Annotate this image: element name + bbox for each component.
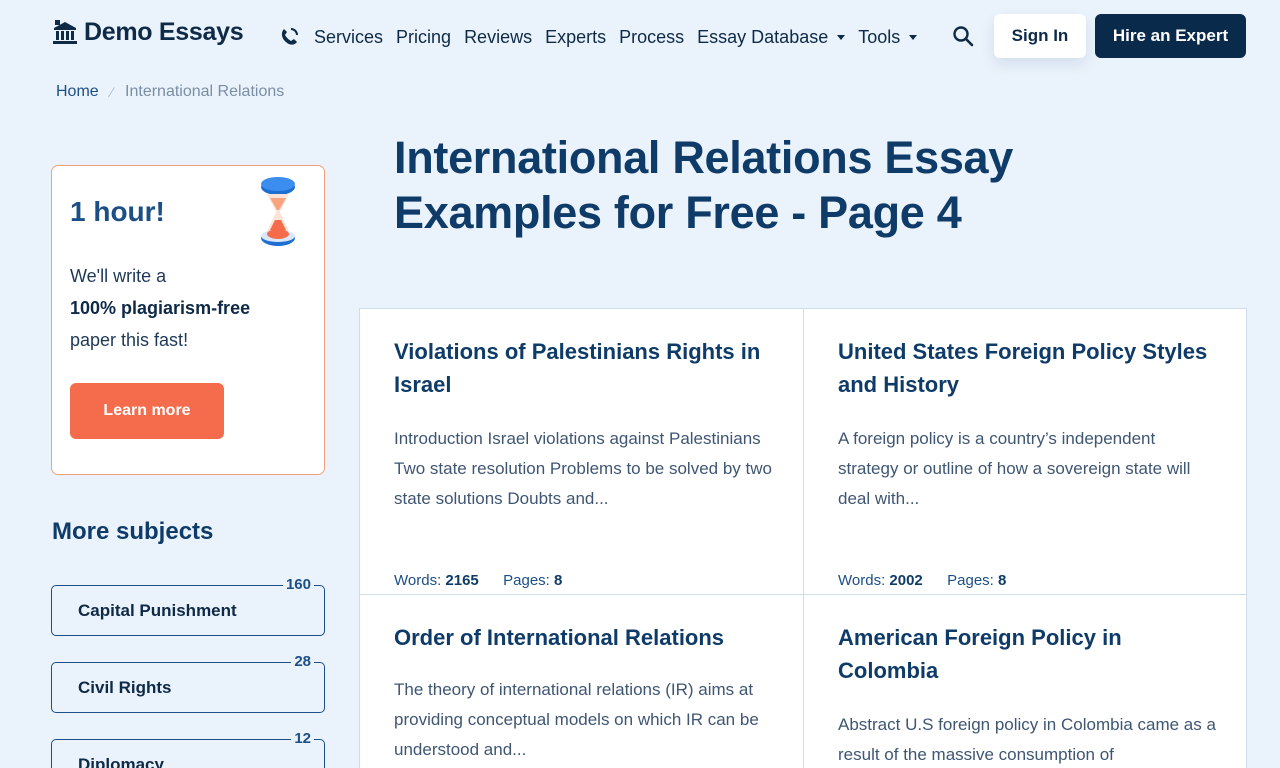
words-value: 2165	[445, 572, 479, 589]
more-subjects-title: More subjects	[52, 518, 214, 545]
subject-label: Civil Rights	[78, 678, 172, 697]
essay-meta: Words: 2165 Pages: 8	[394, 572, 562, 589]
subject-capital-punishment[interactable]: Capital Punishment 160	[51, 576, 325, 636]
breadcrumb-current: International Relations	[125, 83, 285, 100]
essay-title[interactable]: United States Foreign Policy Styles and …	[838, 335, 1218, 401]
hourglass-icon	[255, 176, 301, 255]
subject-label: Capital Punishment	[78, 601, 237, 620]
subject-count: 28	[291, 653, 314, 671]
nav-experts[interactable]: Experts	[545, 27, 606, 48]
pages-value: 8	[554, 572, 563, 589]
pages-label: Pages:	[503, 572, 550, 589]
nav-essay-database[interactable]: Essay Database	[697, 26, 846, 48]
nav-pricing[interactable]: Pricing	[396, 27, 451, 48]
words-label: Words:	[838, 572, 886, 589]
breadcrumb-home[interactable]: Home	[56, 83, 99, 101]
subject-diplomacy[interactable]: Diplomacy 12	[51, 730, 325, 768]
nav-reviews[interactable]: Reviews	[464, 27, 532, 48]
nav-essay-database-label: Essay Database	[697, 26, 829, 47]
subject-civil-rights[interactable]: Civil Rights 28	[51, 653, 325, 713]
page-title: International Relations Essay Examples f…	[394, 132, 1013, 238]
essay-title[interactable]: American Foreign Policy in Colombia	[838, 621, 1218, 687]
nav-services[interactable]: Services	[314, 27, 383, 48]
promo-line-1: We'll write a	[70, 266, 167, 286]
grid-divider-vertical	[803, 309, 804, 768]
hire-expert-button[interactable]: Hire an Expert	[1095, 14, 1246, 58]
essay-card[interactable]: Order of International Relations The the…	[394, 621, 774, 765]
promo-text: We'll write a 100% plagiarism-free paper…	[70, 260, 310, 356]
essay-card[interactable]: United States Foreign Policy Styles and …	[838, 335, 1218, 589]
essay-excerpt: Introduction Israel violations against P…	[394, 429, 772, 508]
pages-label: Pages:	[947, 572, 994, 589]
essay-title[interactable]: Violations of Palestinians Rights in Isr…	[394, 335, 774, 401]
logo-text: Demo Essays	[84, 18, 244, 46]
promo-line-2: 100% plagiarism-free	[70, 292, 310, 324]
essay-card[interactable]: Violations of Palestinians Rights in Isr…	[394, 335, 774, 589]
learn-more-button[interactable]: Learn more	[70, 383, 224, 439]
sign-in-button[interactable]: Sign In	[994, 14, 1086, 58]
promo-title: 1 hour!	[70, 196, 165, 227]
phone-icon[interactable]	[278, 26, 300, 48]
essay-excerpt: Abstract U.S foreign policy in Colombia …	[838, 715, 1216, 764]
nav-tools[interactable]: Tools	[858, 26, 918, 48]
nav-process[interactable]: Process	[619, 27, 684, 48]
breadcrumb-separator: ⁄	[110, 84, 114, 100]
essay-meta: Words: 2002 Pages: 8	[838, 572, 1006, 589]
site-header: Demo Essays Services Pricing Reviews Exp…	[0, 0, 1280, 72]
promo-highlight: 100% plagiarism-free	[70, 298, 251, 318]
subject-label: Diplomacy	[78, 755, 164, 768]
nav-tools-label: Tools	[858, 26, 901, 47]
site-logo[interactable]: Demo Essays	[52, 18, 244, 47]
subject-count: 160	[282, 576, 314, 594]
essay-excerpt: The theory of international relations (I…	[394, 680, 759, 759]
chevron-down-icon	[909, 34, 918, 40]
essay-title[interactable]: Order of International Relations	[394, 621, 774, 654]
breadcrumb: Home ⁄ International Relations	[56, 83, 284, 101]
words-label: Words:	[394, 572, 442, 589]
grid-divider-horizontal	[360, 594, 1246, 595]
bank-icon	[53, 19, 77, 44]
subject-count: 12	[291, 730, 314, 748]
promo-card: 1 hour! We'll write a 100% plagiarism-fr…	[51, 165, 325, 475]
main-nav: Services Pricing Reviews Experts Process…	[278, 24, 930, 50]
essay-card[interactable]: American Foreign Policy in Colombia Abst…	[838, 621, 1218, 768]
chevron-down-icon	[837, 34, 846, 40]
pages-value: 8	[998, 572, 1007, 589]
essay-excerpt: A foreign policy is a country’s independ…	[838, 429, 1191, 508]
search-icon[interactable]	[952, 25, 974, 52]
essay-grid: Violations of Palestinians Rights in Isr…	[359, 308, 1247, 768]
words-value: 2002	[889, 572, 923, 589]
promo-line-3: paper this fast!	[70, 330, 189, 350]
